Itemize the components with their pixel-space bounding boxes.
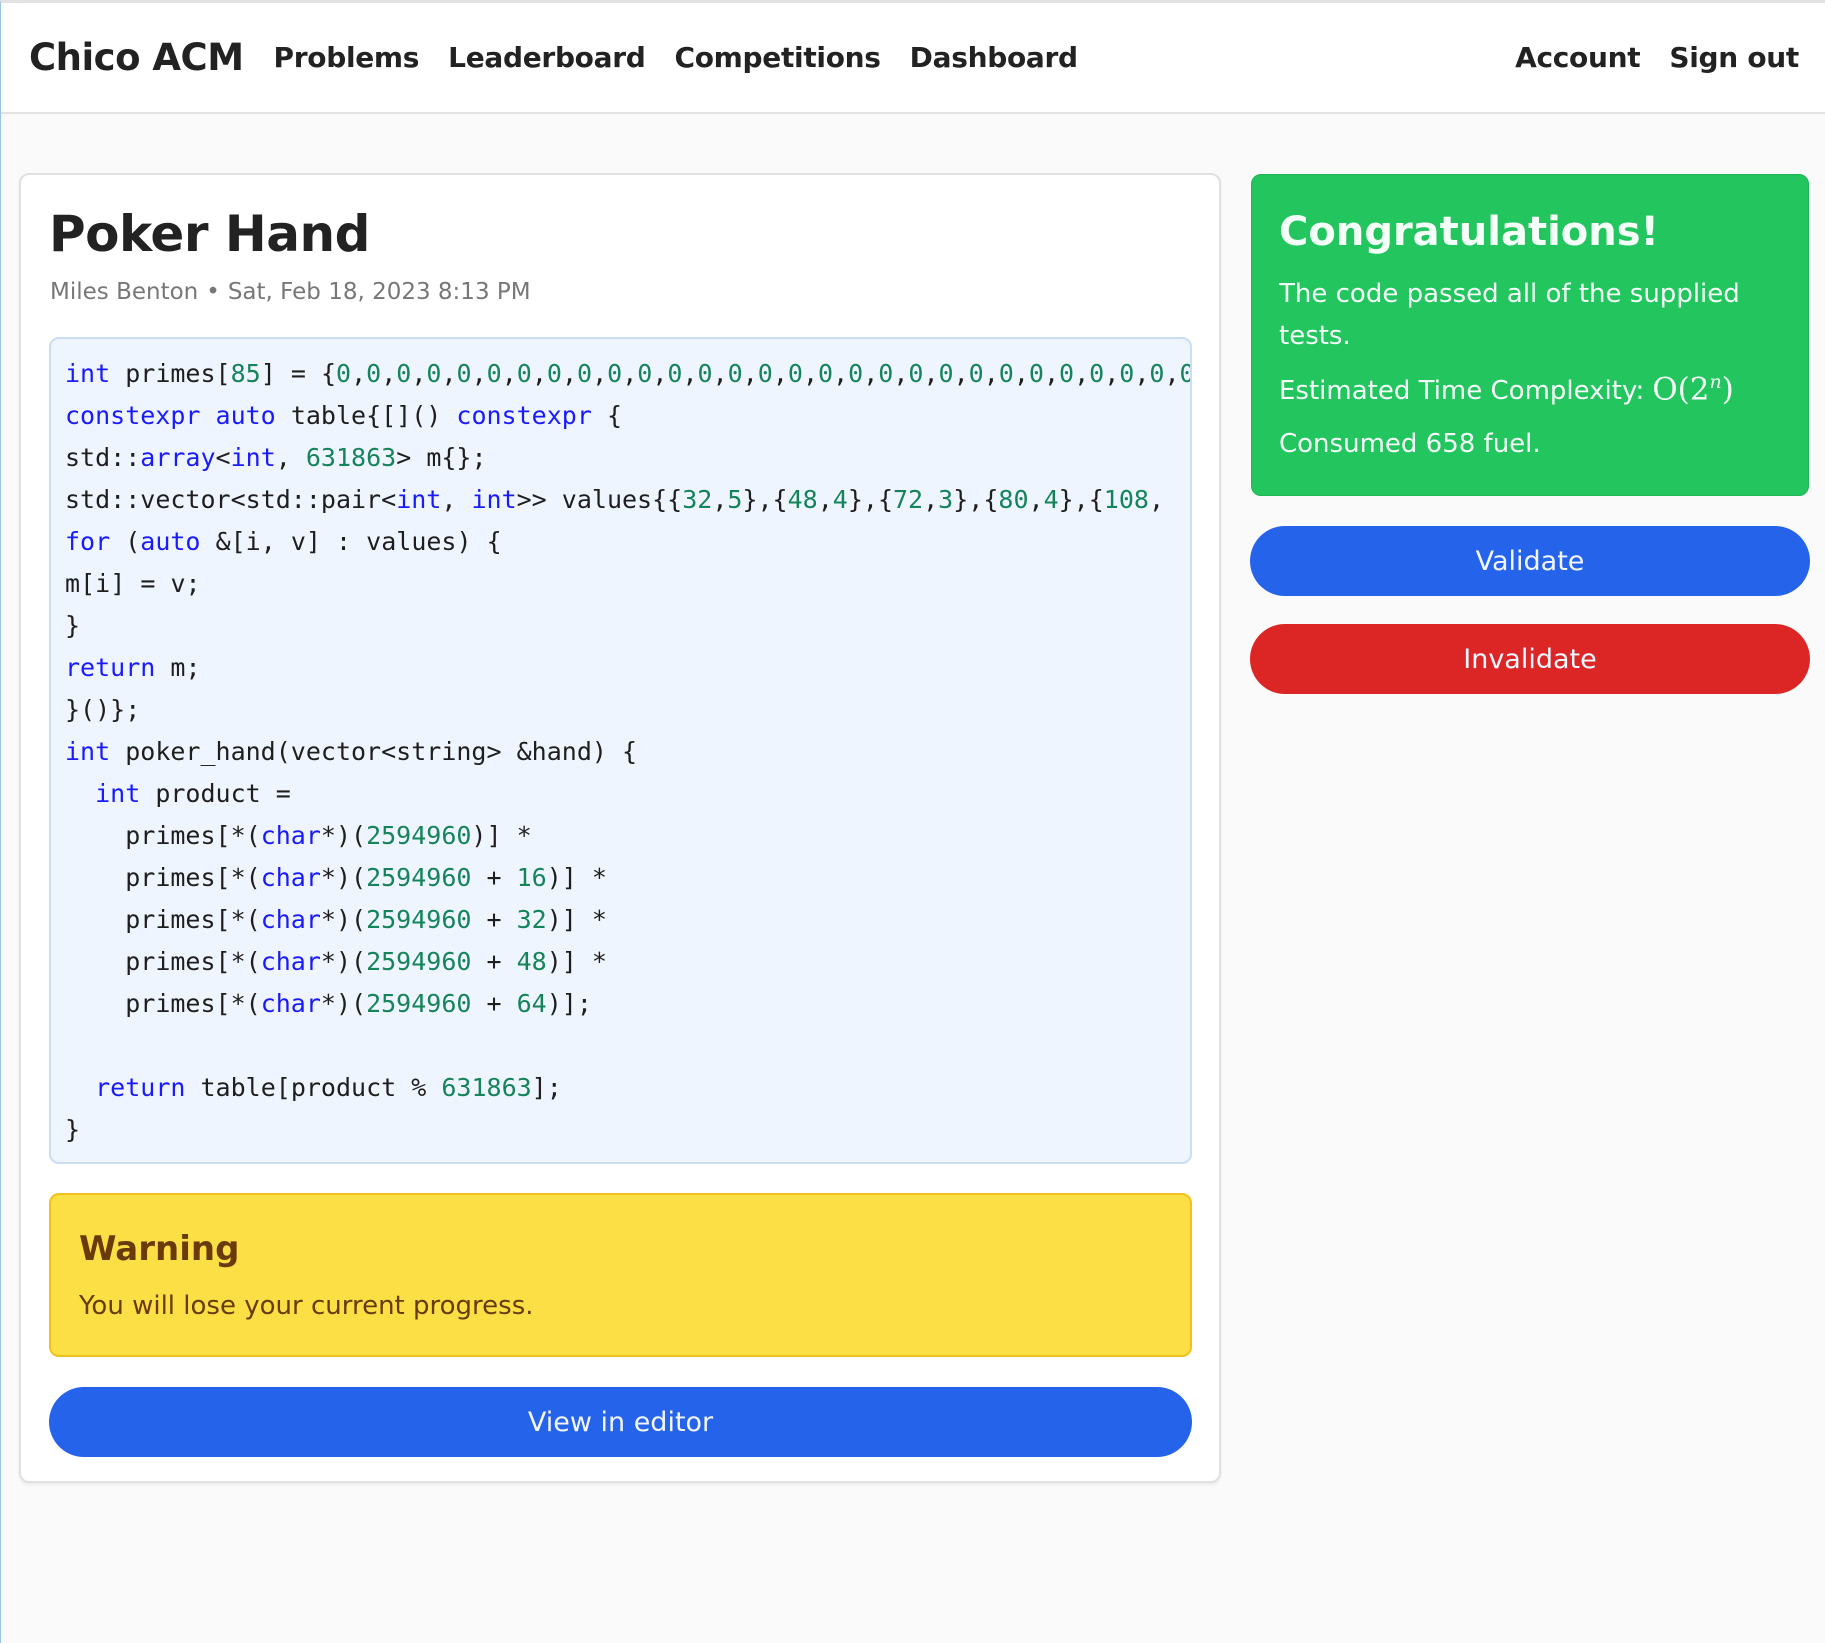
meta-separator: • (206, 279, 220, 305)
nav-links: Problems Leaderboard Competitions Dashbo… (274, 41, 1079, 74)
submission-timestamp: Sat, Feb 18, 2023 8:13 PM (227, 279, 531, 305)
code-line: std::vector<std::pair<int, int>> values{… (65, 485, 1164, 514)
result-card: Congratulations! The code passed all of … (1251, 174, 1809, 496)
validate-button[interactable]: Validate (1250, 526, 1810, 596)
result-message: The code passed all of the supplied test… (1279, 279, 1740, 351)
nav-link-competitions[interactable]: Competitions (674, 41, 881, 74)
warning-alert: Warning You will lose your current progr… (49, 1193, 1192, 1357)
nav-link-sign-out[interactable]: Sign out (1669, 41, 1799, 74)
code-line: constexpr auto table{[]() constexpr { (65, 401, 622, 430)
nav-link-problems[interactable]: Problems (274, 41, 420, 74)
code-line: m[i] = v; (65, 569, 201, 598)
invalidate-button[interactable]: Invalidate (1250, 624, 1810, 694)
code-line: }()}; (65, 695, 141, 724)
complexity-label: Estimated Time Complexity: (1279, 376, 1645, 407)
code-line: primes[*(char*)(2594960 + 16)] * (125, 863, 607, 892)
code-line: primes[*(char*)(2594960)] * (125, 821, 532, 850)
time-complexity: Estimated Time Complexity: O(2n) (1279, 371, 1734, 407)
nav-link-account[interactable]: Account (1515, 41, 1641, 74)
result-title: Congratulations! (1279, 209, 1659, 255)
nav-right: Account Sign out (1515, 41, 1799, 74)
code-line: } (65, 1115, 81, 1144)
nav-link-leaderboard[interactable]: Leaderboard (448, 41, 646, 74)
warning-title: Warning (79, 1229, 240, 1269)
code-block: int primes[85] = {0,0,0,0,0,0,0,0,0,0,0,… (49, 337, 1192, 1164)
code-line: for (auto &[i, v] : values) { (65, 527, 502, 556)
code-line: return m; (65, 653, 201, 682)
code-line: primes[*(char*)(2594960 + 48)] * (125, 947, 607, 976)
code-line: int product = (95, 779, 291, 808)
code-line: return table[product % 631863]; (95, 1073, 562, 1102)
warning-message: You will lose your current progress. (79, 1291, 534, 1321)
complexity-base: O(2 (1652, 371, 1710, 408)
complexity-close: ) (1721, 371, 1734, 408)
submission-title: Poker Hand (49, 205, 370, 263)
complexity-exponent: n (1709, 371, 1722, 393)
submission-meta: Miles Benton • Sat, Feb 18, 2023 8:13 PM (50, 279, 531, 305)
code-line: primes[*(char*)(2594960 + 64)]; (125, 989, 592, 1018)
code-line: std::array<int, 631863> m{}; (65, 443, 487, 472)
view-in-editor-button[interactable]: View in editor (49, 1387, 1192, 1457)
nav-link-dashboard[interactable]: Dashboard (910, 41, 1078, 74)
code-line: int poker_hand(vector<string> &hand) { (65, 737, 638, 766)
code-line: int primes[85] = {0,0,0,0,0,0,0,0,0,0,0,… (65, 359, 1190, 388)
complexity-value: O(2n) (1652, 371, 1734, 407)
navbar: Chico ACM Problems Leaderboard Competiti… (1, 3, 1825, 114)
submission-card: Poker Hand Miles Benton • Sat, Feb 18, 2… (19, 173, 1221, 1483)
code-line: } (65, 611, 81, 640)
author-name: Miles Benton (50, 279, 199, 305)
code-line: primes[*(char*)(2594960 + 32)] * (125, 905, 607, 934)
brand-logo-link[interactable]: Chico ACM (29, 36, 244, 79)
fuel-consumed: Consumed 658 fuel. (1279, 429, 1541, 459)
